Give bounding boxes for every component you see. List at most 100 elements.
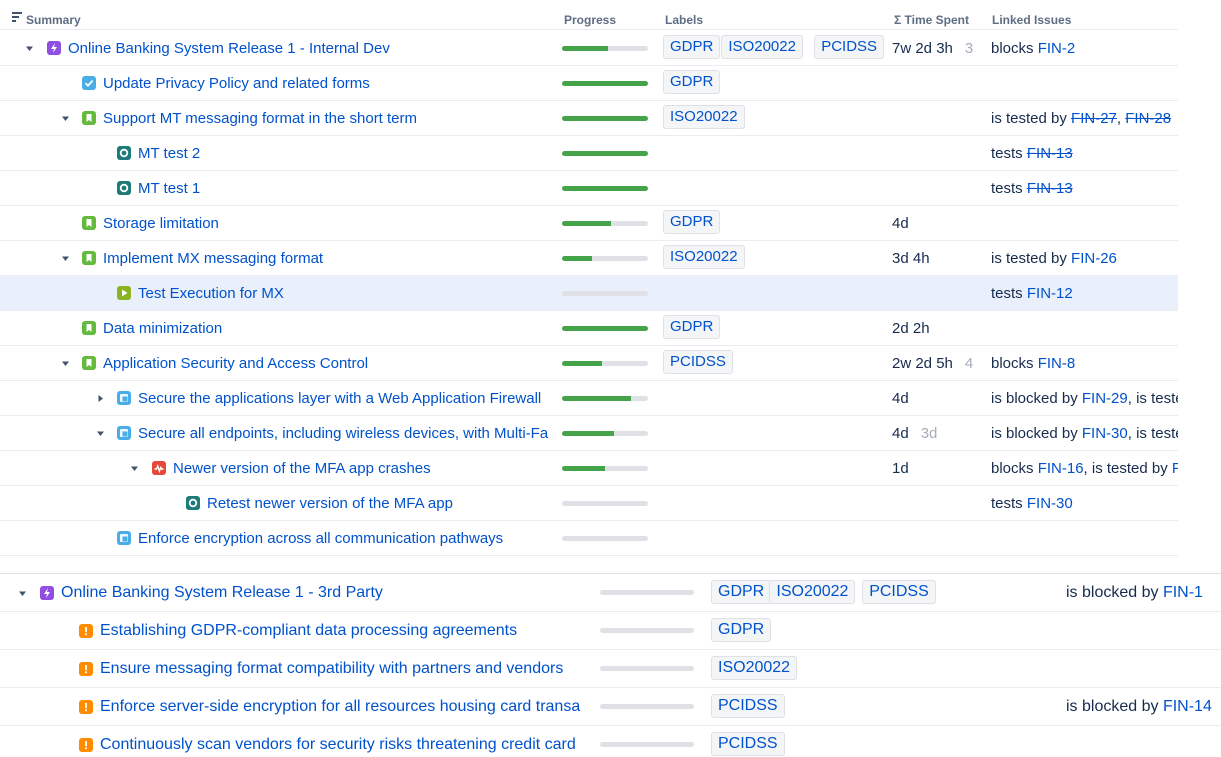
- issue-summary-link[interactable]: Newer version of the MFA app crashes: [173, 460, 552, 477]
- label-chip[interactable]: PCIDSS: [814, 35, 885, 59]
- issue-summary-link[interactable]: Application Security and Access Control: [103, 355, 552, 372]
- linked-issues-cell: is tested by FIN-27, FIN-28: [991, 110, 1178, 127]
- time-spent-value: 4d: [892, 390, 909, 407]
- column-labels[interactable]: Labels: [665, 13, 703, 27]
- table-row[interactable]: Test Execution for MX tests FIN-12: [0, 276, 1178, 311]
- link-type-text: is tested by: [991, 250, 1072, 267]
- table-row[interactable]: MT test 1 tests FIN-13: [0, 171, 1178, 206]
- table-row[interactable]: Update Privacy Policy and related forms G…: [0, 66, 1178, 101]
- label-chip[interactable]: ISO20022: [769, 580, 856, 604]
- issue-summary-link[interactable]: Support MT messaging format in the short…: [103, 110, 552, 127]
- column-progress[interactable]: Progress: [564, 13, 616, 27]
- issue-key-link[interactable]: FI: [1172, 460, 1178, 477]
- label-chip[interactable]: ISO20022: [711, 656, 798, 680]
- label-chip[interactable]: PCIDSS: [711, 694, 785, 718]
- issue-summary-link[interactable]: MT test 1: [138, 180, 552, 197]
- issue-summary-link[interactable]: MT test 2: [138, 145, 552, 162]
- table-row[interactable]: Storage limitation GDPR 4d: [0, 206, 1178, 241]
- story-icon: [82, 251, 96, 265]
- progress-fill: [562, 46, 608, 51]
- label-chip[interactable]: PCIDSS: [862, 580, 936, 604]
- column-summary[interactable]: Summary: [26, 13, 81, 27]
- issue-key-link[interactable]: FIN-26: [1071, 250, 1117, 267]
- issue-summary-link[interactable]: Establishing GDPR-compliant data process…: [100, 622, 588, 640]
- progress-fill: [562, 431, 614, 436]
- table-row[interactable]: MT test 2 tests FIN-13: [0, 136, 1178, 171]
- chevron-down-icon[interactable]: [61, 359, 70, 368]
- issue-key-link[interactable]: FIN-13: [1027, 180, 1073, 197]
- issue-summary-link[interactable]: Secure all endpoints, including wireless…: [138, 425, 552, 442]
- issue-key-link[interactable]: FIN-28: [1125, 110, 1171, 127]
- table-row[interactable]: Secure the applications layer with a Web…: [0, 381, 1178, 416]
- issue-key-link[interactable]: FIN-30: [1082, 425, 1128, 442]
- chevron-down-icon[interactable]: [61, 114, 70, 123]
- issue-key-link[interactable]: FIN-30: [1027, 495, 1073, 512]
- table-row[interactable]: Enforce encryption across all communicat…: [0, 521, 1178, 556]
- issue-key-link[interactable]: FIN-13: [1027, 145, 1073, 162]
- progress-fill: [562, 186, 648, 191]
- chevron-right-icon[interactable]: [96, 394, 105, 403]
- chevron-down-icon[interactable]: [61, 254, 70, 263]
- linked-issues-cell: blocks FIN-8: [991, 355, 1178, 372]
- issue-summary-link[interactable]: Ensure messaging format compatibility wi…: [100, 660, 588, 678]
- table-row[interactable]: Retest newer version of the MFA app tests…: [0, 486, 1178, 521]
- label-chip[interactable]: ISO20022: [721, 35, 803, 59]
- table-row[interactable]: Application Security and Access Control P…: [0, 346, 1178, 381]
- table-row[interactable]: Data minimization GDPR 2d 2h: [0, 311, 1178, 346]
- table-row[interactable]: Continuously scan vendors for security r…: [0, 726, 1221, 757]
- chevron-down-icon[interactable]: [96, 429, 105, 438]
- issue-summary-link[interactable]: Retest newer version of the MFA app: [207, 495, 552, 512]
- label-chip[interactable]: GDPR: [711, 618, 772, 642]
- table-row[interactable]: Implement MX messaging format ISO20022 3d …: [0, 241, 1178, 276]
- label-chip[interactable]: GDPR: [663, 210, 721, 234]
- table-row[interactable]: Establishing GDPR-compliant data process…: [0, 612, 1221, 650]
- chevron-down-icon[interactable]: [130, 464, 139, 473]
- link-type-text: ,: [1116, 110, 1126, 127]
- issue-summary-link[interactable]: Update Privacy Policy and related forms: [103, 75, 552, 92]
- issue-summary-link[interactable]: Online Banking System Release 1 - 3rd Pa…: [61, 584, 588, 602]
- table-row[interactable]: Ensure messaging format compatibility wi…: [0, 650, 1221, 688]
- issue-key-link[interactable]: FIN-12: [1027, 285, 1073, 302]
- filter-icon[interactable]: [12, 12, 22, 22]
- issue-summary-link[interactable]: Online Banking System Release 1 - Intern…: [68, 40, 552, 57]
- issue-key-link[interactable]: FIN-16: [1038, 460, 1084, 477]
- label-chip[interactable]: GDPR: [663, 35, 721, 59]
- issue-summary-link[interactable]: Storage limitation: [103, 215, 552, 232]
- issue-summary-link[interactable]: Enforce server-side encryption for all r…: [100, 698, 588, 716]
- table-row[interactable]: Secure all endpoints, including wireless…: [0, 416, 1178, 451]
- time-spent: 2d 2h: [892, 320, 930, 337]
- label-chip[interactable]: GDPR: [663, 315, 721, 339]
- issue-key-link[interactable]: FIN-2: [1038, 40, 1076, 57]
- issue-key-link[interactable]: FIN-8: [1038, 355, 1076, 372]
- table-row[interactable]: Online Banking System Release 1 - Intern…: [0, 31, 1178, 66]
- chevron-down-icon[interactable]: [25, 44, 34, 53]
- issue-summary-link[interactable]: Test Execution for MX: [138, 285, 552, 302]
- label-chip[interactable]: GDPR: [663, 70, 721, 94]
- table-row[interactable]: Support MT messaging format in the short…: [0, 101, 1178, 136]
- issue-summary-link[interactable]: Enforce encryption across all communicat…: [138, 530, 552, 547]
- label-chip[interactable]: PCIDSS: [663, 350, 733, 374]
- table-row[interactable]: Enforce server-side encryption for all r…: [0, 688, 1221, 726]
- chevron-down-icon[interactable]: [18, 589, 27, 598]
- issue-summary-link[interactable]: Data minimization: [103, 320, 552, 337]
- progress-bar: [562, 116, 648, 121]
- column-linked-issues[interactable]: Linked Issues: [992, 13, 1071, 27]
- time-spent: 4d: [892, 390, 909, 407]
- issue-key-link[interactable]: FIN-29: [1082, 390, 1128, 407]
- label-chip[interactable]: PCIDSS: [711, 732, 785, 756]
- label-chip[interactable]: ISO20022: [663, 245, 745, 269]
- issue-key-link[interactable]: FIN-27: [1071, 110, 1117, 127]
- issue-summary-link[interactable]: Continuously scan vendors for security r…: [100, 736, 588, 754]
- issue-key-link[interactable]: FIN-1: [1163, 584, 1203, 601]
- issue-summary-link[interactable]: Implement MX messaging format: [103, 250, 552, 267]
- label-chip[interactable]: ISO20022: [663, 105, 745, 129]
- progress-bar: [562, 536, 648, 541]
- link-type-text: blocks: [991, 355, 1038, 372]
- link-type-text: tests: [991, 180, 1027, 197]
- column-time-spent[interactable]: Σ Time Spent: [894, 13, 969, 27]
- table-row[interactable]: Newer version of the MFA app crashes 1d bl…: [0, 451, 1178, 486]
- issue-summary-link[interactable]: Secure the applications layer with a Web…: [138, 390, 552, 407]
- label-chip[interactable]: GDPR: [711, 580, 772, 604]
- table-row[interactable]: Online Banking System Release 1 - 3rd Pa…: [0, 574, 1221, 612]
- issue-key-link[interactable]: FIN-14: [1163, 698, 1212, 715]
